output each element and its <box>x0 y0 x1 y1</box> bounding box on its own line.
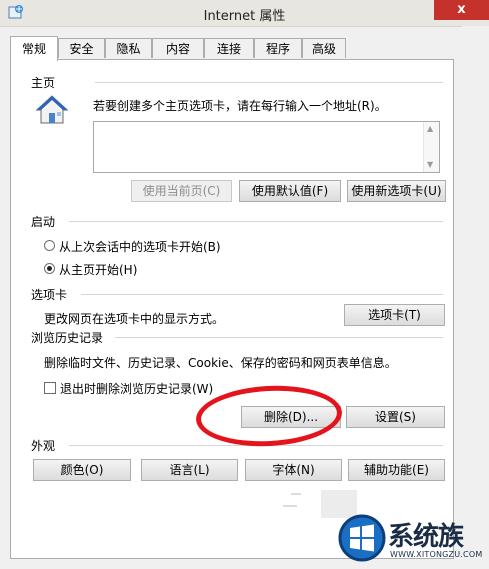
history-description: 删除临时文件、历史记录、Cookie、保存的密码和网页表单信息。 <box>44 356 397 370</box>
delete-on-exit-label: 退出时删除浏览历史记录(W) <box>60 382 214 396</box>
general-panel: 主页 若要创建多个主页选项卡，请在每行输入一个地址(R)。 ▲ ▼ 使用当前页(… <box>10 59 454 559</box>
close-button[interactable]: x <box>434 0 489 20</box>
use-current-button[interactable]: 使用当前页(C) <box>131 180 232 202</box>
startup-home-page-radio[interactable] <box>44 263 55 274</box>
tab-content[interactable]: 内容 <box>152 38 204 58</box>
watermark-url: WWW.XITONGZU.COM <box>390 550 483 559</box>
scroll-up-icon[interactable]: ▲ <box>427 124 433 133</box>
tab-security[interactable]: 安全 <box>58 38 105 58</box>
history-divider <box>115 337 443 338</box>
use-new-tab-button[interactable]: 使用新选项卡(U) <box>347 180 446 202</box>
tabs-section-title: 选项卡 <box>31 288 68 302</box>
homepage-address-input[interactable]: ▲ ▼ <box>93 121 440 173</box>
use-default-button[interactable]: 使用默认值(F) <box>239 180 341 202</box>
startup-last-session-label: 从上次会话中的选项卡开始(B) <box>59 240 221 254</box>
artifact <box>283 505 297 507</box>
window-edge <box>462 26 489 569</box>
delete-history-button[interactable]: 删除(D)... <box>241 406 341 428</box>
languages-button[interactable]: 语言(L) <box>141 459 238 481</box>
artifact <box>291 493 301 495</box>
scroll-down-icon[interactable]: ▼ <box>427 160 433 169</box>
accessibility-button[interactable]: 辅助功能(E) <box>348 459 445 481</box>
watermark-name: 系统族 <box>388 522 464 552</box>
watermark: 系统族 WWW.XITONGZU.COM <box>338 512 489 569</box>
colors-button[interactable]: 颜色(O) <box>33 459 131 481</box>
tab-general[interactable]: 常规 <box>10 36 58 61</box>
tab-programs[interactable]: 程序 <box>254 38 302 58</box>
startup-last-session-radio[interactable] <box>44 240 55 251</box>
tabs-description: 更改网页在选项卡中的显示方式。 <box>44 312 225 326</box>
homepage-description: 若要创建多个主页选项卡，请在每行输入一个地址(R)。 <box>93 99 387 113</box>
appearance-section-title: 外观 <box>31 439 56 453</box>
window-title: Internet 属性 <box>203 9 286 24</box>
tabs-settings-button[interactable]: 选项卡(T) <box>344 304 445 326</box>
tab-advanced[interactable]: 高级 <box>302 38 346 58</box>
homepage-scrollbar[interactable]: ▲ ▼ <box>423 122 439 172</box>
appearance-divider <box>69 445 443 446</box>
house-icon <box>35 95 69 124</box>
startup-divider <box>69 221 443 222</box>
homepage-divider <box>95 82 443 83</box>
history-settings-button[interactable]: 设置(S) <box>346 406 445 428</box>
delete-on-exit-checkbox[interactable] <box>44 382 56 394</box>
startup-home-page-label: 从主页开始(H) <box>59 263 138 277</box>
history-section-title: 浏览历史记录 <box>31 331 104 345</box>
tab-connections[interactable]: 连接 <box>204 38 254 58</box>
title-bar: Internet 属性 x <box>0 0 489 27</box>
homepage-section-title: 主页 <box>31 76 56 90</box>
startup-section-title: 启动 <box>31 215 56 229</box>
tab-privacy[interactable]: 隐私 <box>105 38 152 58</box>
fonts-button[interactable]: 字体(N) <box>245 459 342 481</box>
tabs-divider <box>81 294 443 295</box>
windows-logo-icon <box>338 514 386 562</box>
